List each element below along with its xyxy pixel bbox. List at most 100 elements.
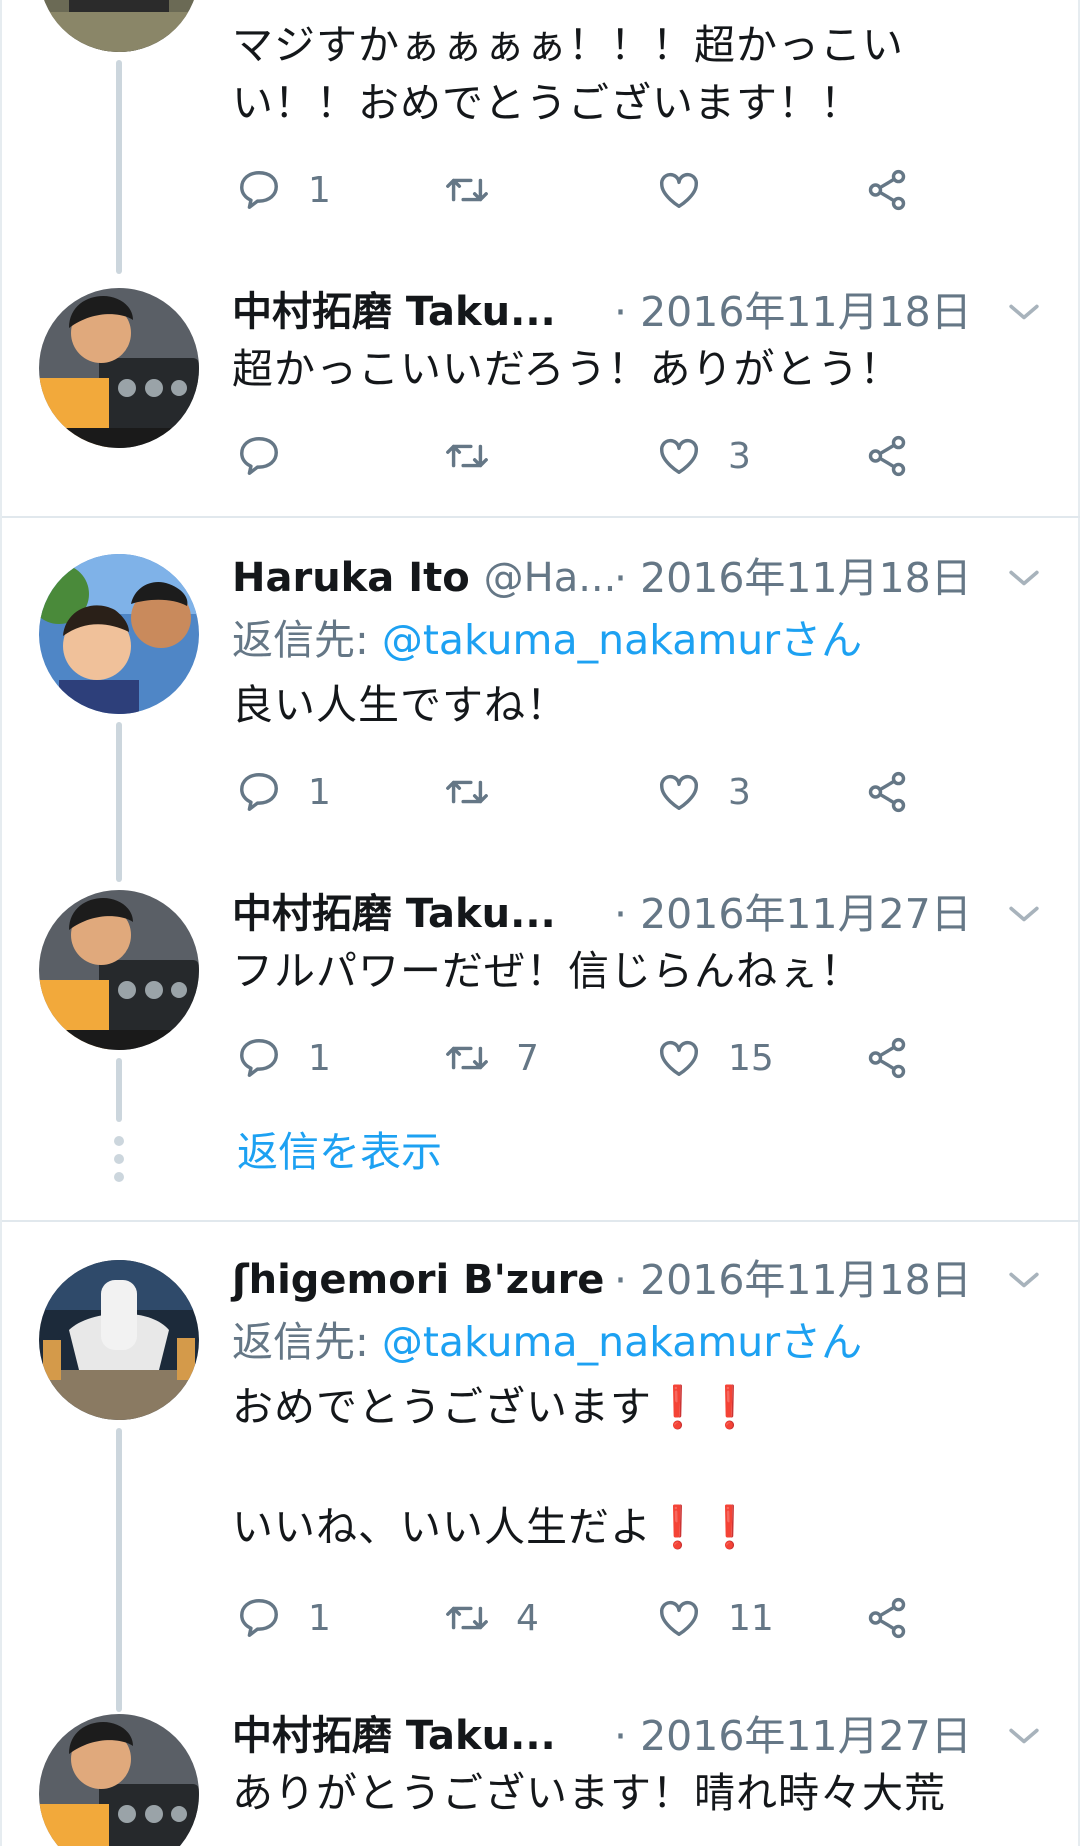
tweet-text: フルパワーだぜ！信じらんねぇ！: [232, 947, 862, 995]
retweet-button[interactable]: [444, 160, 516, 220]
reply-icon: [240, 437, 278, 475]
reply-count: 1: [308, 771, 331, 813]
timestamp[interactable]: · 2016年11月18日: [614, 282, 972, 342]
thread-line: [116, 1058, 122, 1122]
divider: [2, 1220, 1080, 1222]
display-name[interactable]: 中村拓磨 Taku...: [232, 282, 556, 342]
tweet-text: ありがとうございます！晴れ時々大荒: [232, 1769, 946, 1817]
tweet-text-line: いいね、いい人生だよ: [232, 1503, 652, 1551]
divider: [2, 516, 1080, 518]
timestamp[interactable]: · 2016年11月27日: [614, 1706, 972, 1766]
timestamp[interactable]: · 2016年11月27日: [614, 884, 972, 944]
avatar[interactable]: [39, 554, 199, 714]
display-name[interactable]: 中村拓磨 Taku...: [232, 1706, 556, 1766]
share-icon: [868, 169, 906, 211]
display-name[interactable]: Haruka Ito @Ha...: [232, 548, 616, 608]
display-name[interactable]: 中村拓磨 Taku...: [232, 884, 556, 944]
user-handle: @Ha...: [483, 555, 617, 601]
timestamp[interactable]: · 2016年11月18日: [614, 548, 972, 608]
avatar[interactable]: [39, 1714, 199, 1846]
show-replies-link[interactable]: 返信を表示: [237, 1122, 442, 1182]
reply-count: 1: [308, 169, 331, 211]
mention-link[interactable]: @takuma_nakamurさん: [382, 1318, 862, 1366]
chevron-down-icon[interactable]: [1002, 1714, 1046, 1758]
reply-icon: [240, 1599, 278, 1637]
retweet-icon: [446, 444, 488, 468]
like-button[interactable]: 3: [656, 762, 751, 822]
more-replies-indicator: [112, 1136, 126, 1190]
reply-button[interactable]: [236, 426, 308, 486]
retweet-count: 7: [516, 1037, 539, 1079]
tweet-actions: 1 7 15: [232, 1028, 932, 1088]
like-button[interactable]: 15: [656, 1028, 774, 1088]
reply-to: 返信先: @takuma_nakamurさん: [232, 610, 862, 670]
mention-link[interactable]: @takuma_nakamurさん: [382, 616, 862, 664]
tweet-actions: 3: [232, 426, 932, 486]
tweet-actions: 1 3: [232, 762, 932, 822]
like-icon: [660, 438, 698, 475]
tweet-text: 良い人生ですね！: [232, 681, 568, 729]
retweet-count: 4: [516, 1597, 539, 1639]
conversation-thread: マジすかぁぁぁぁ！！！超かっこい い！！おめでとうございます！！ 1 中村拓磨 …: [0, 0, 1080, 1846]
tweet-actions: 1 4 11: [232, 1588, 932, 1648]
share-button[interactable]: [864, 762, 910, 822]
tweet-header: ʃhigemori B'zure · 2016年11月18日: [232, 1250, 1052, 1310]
reply-count: 1: [308, 1597, 331, 1639]
like-button[interactable]: 3: [656, 426, 751, 486]
tweet-text: 超かっこいいだろう！ありがとう！: [232, 345, 902, 393]
like-count: 11: [728, 1597, 774, 1639]
share-icon: [868, 771, 906, 813]
exclamation-emoji: ❗❗: [652, 1383, 757, 1431]
like-count: 15: [728, 1037, 774, 1079]
share-button[interactable]: [864, 426, 910, 486]
reply-button[interactable]: 1: [236, 1588, 331, 1648]
retweet-button[interactable]: 4: [444, 1588, 539, 1648]
retweet-button[interactable]: [444, 426, 516, 486]
share-button[interactable]: [864, 1588, 910, 1648]
retweet-button[interactable]: [444, 762, 516, 822]
chevron-down-icon[interactable]: [1002, 892, 1046, 936]
like-button[interactable]: 11: [656, 1588, 774, 1648]
reply-button[interactable]: 1: [236, 1028, 331, 1088]
like-icon: [660, 172, 698, 209]
reply-button[interactable]: 1: [236, 762, 331, 822]
reply-button[interactable]: 1: [236, 160, 331, 220]
share-icon: [868, 435, 906, 477]
share-icon: [868, 1037, 906, 1079]
avatar[interactable]: [39, 890, 199, 1050]
retweet-icon: [446, 1606, 488, 1630]
reply-to: 返信先: @takuma_nakamurさん: [232, 1312, 862, 1372]
reply-to-prefix: 返信先:: [232, 616, 382, 664]
avatar[interactable]: [39, 288, 199, 448]
chevron-down-icon[interactable]: [1002, 556, 1046, 600]
like-icon: [660, 774, 698, 811]
tweet-actions: 1: [232, 160, 932, 220]
thread-line: [116, 722, 122, 882]
tweet-header: 中村拓磨 Taku... · 2016年11月27日: [232, 884, 1052, 944]
tweet-text-line: おめでとうございます: [232, 1383, 652, 1431]
reply-icon: [240, 171, 278, 209]
chevron-down-icon[interactable]: [1002, 1258, 1046, 1302]
retweet-button[interactable]: 7: [444, 1028, 539, 1088]
like-count: 3: [728, 771, 751, 813]
tweet-header: Haruka Ito @Ha... · 2016年11月18日: [232, 548, 1052, 608]
timestamp[interactable]: · 2016年11月18日: [614, 1250, 972, 1310]
exclamation-emoji: ❗❗: [652, 1503, 757, 1551]
avatar[interactable]: [39, 1260, 199, 1420]
retweet-icon: [446, 780, 488, 804]
reply-to-prefix: 返信先:: [232, 1318, 382, 1366]
like-icon: [660, 1040, 698, 1077]
tweet-text: おめでとうございます❗❗ いいね、いい人生だよ❗❗: [232, 1378, 1012, 1556]
avatar[interactable]: [39, 0, 199, 52]
thread-line: [116, 60, 122, 274]
display-name[interactable]: ʃhigemori B'zure: [232, 1250, 604, 1310]
like-count: 3: [728, 435, 751, 477]
share-button[interactable]: [864, 1028, 910, 1088]
chevron-down-icon[interactable]: [1002, 290, 1046, 334]
reply-icon: [240, 1039, 278, 1077]
like-button[interactable]: [656, 160, 728, 220]
retweet-icon: [446, 1046, 488, 1070]
tweet-header: 中村拓磨 Taku... · 2016年11月18日: [232, 282, 1052, 342]
share-button[interactable]: [864, 160, 910, 220]
like-icon: [660, 1600, 698, 1637]
